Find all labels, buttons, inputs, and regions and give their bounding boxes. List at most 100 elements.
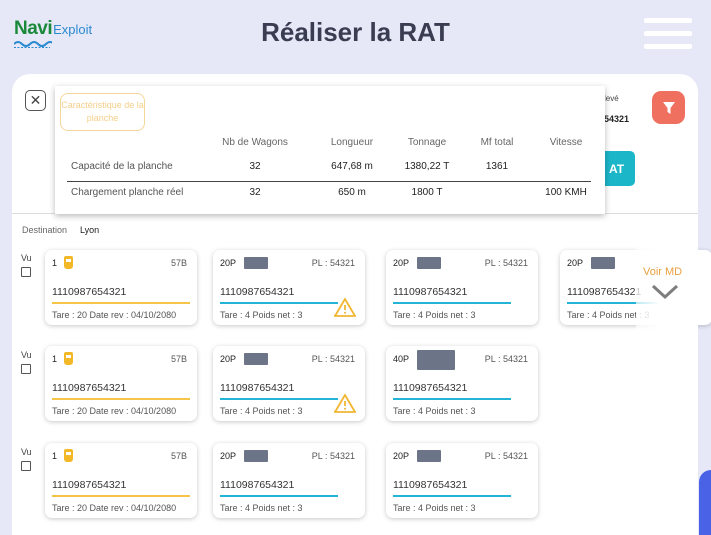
card-status-bar	[220, 495, 338, 497]
card-type: 20P	[220, 354, 237, 364]
wagon-card[interactable]: 20P PL : 54321 1110987654321 Tare : 4 Po…	[213, 443, 365, 518]
chevron-down-icon[interactable]	[651, 284, 679, 300]
vu-label: Vu	[21, 253, 32, 263]
card-type: 40P	[393, 354, 410, 364]
cell-chargement-longueur: 650 m	[338, 187, 366, 198]
card-number: 1110987654321	[220, 479, 295, 491]
card-type: 20P	[393, 258, 410, 268]
container-icon	[244, 257, 268, 269]
col-head-longueur: Longueur	[330, 137, 374, 148]
card-number: 1110987654321	[393, 382, 468, 394]
card-number: 1110987654321	[220, 382, 295, 394]
vu-checkbox[interactable]	[21, 461, 31, 471]
card-status-bar	[52, 398, 190, 400]
side-label-number: 54321	[604, 114, 630, 124]
close-button[interactable]: ✕	[25, 90, 46, 111]
card-pl: PL : 54321	[484, 354, 528, 364]
card-status-bar	[393, 495, 511, 497]
card-code: 57B	[170, 354, 187, 364]
card-meta: Tare : 4 Poids net : 3	[220, 310, 303, 320]
col-head-vitesse: Vitesse	[549, 137, 583, 148]
vu-label: Vu	[21, 350, 32, 360]
row-label-capacite: Capacité de la planche	[71, 161, 173, 172]
cell-chargement-wagons: 32	[249, 187, 261, 198]
filter-button[interactable]	[652, 91, 685, 124]
container-icon	[417, 450, 441, 462]
col-head-wagons: Nb de Wagons	[222, 137, 288, 148]
page-title: Réaliser la RAT	[261, 17, 450, 47]
card-code: 57B	[170, 451, 187, 461]
destination-value: Lyon	[80, 225, 100, 235]
planche-characteristics-popup: Caractéristique de la planche Nb de Wago…	[55, 86, 605, 214]
container-icon	[417, 257, 441, 269]
card-status-bar	[220, 398, 338, 400]
col-head-mf-total: Mf total	[480, 137, 514, 148]
card-meta: Tare : 20 Date rev : 04/10/2080	[52, 310, 177, 320]
wagon-card[interactable]: 20P PL : 54321 1110987654321 Tare : 4 Po…	[386, 250, 538, 325]
wagon-card[interactable]: 1 57B 1110987654321 Tare : 20 Date rev :…	[45, 443, 197, 518]
card-number: 1110987654321	[393, 286, 468, 298]
popup-separator	[67, 181, 591, 182]
warning-icon[interactable]	[334, 394, 356, 413]
container-icon	[244, 353, 268, 365]
container-large-icon	[417, 350, 455, 370]
card-index: 1	[52, 258, 58, 268]
card-status-bar	[52, 495, 190, 497]
blue-corner-accent	[699, 470, 711, 535]
card-number: 1110987654321	[52, 286, 127, 298]
cell-capacite-tonnage: 1380,22 T	[404, 161, 450, 172]
cell-chargement-tonnage: 1800 T	[411, 187, 443, 198]
card-number: 1110987654321	[220, 286, 295, 298]
card-type: 20P	[220, 258, 237, 268]
card-type: 20P	[567, 258, 584, 268]
card-pl: PL : 54321	[484, 451, 528, 461]
card-status-bar	[52, 302, 190, 304]
card-type: 20P	[393, 451, 410, 461]
warning-icon[interactable]	[334, 298, 356, 317]
card-pl: PL : 54321	[311, 354, 355, 364]
cell-capacite-longueur: 647,68 m	[331, 161, 373, 172]
card-index: 1	[52, 354, 58, 364]
wagon-card[interactable]: 20P PL : 54321 1110987654321 Tare : 4 Po…	[213, 250, 365, 325]
card-status-bar	[393, 302, 511, 304]
card-meta: Tare : 4 Poids net : 3	[220, 406, 303, 416]
card-pl: PL : 54321	[311, 258, 355, 268]
card-pl: PL : 54321	[484, 258, 528, 268]
wagon-card[interactable]: 20P PL : 54321 1110987654321 Tare : 4 Po…	[213, 346, 365, 421]
wagon-card[interactable]: 1 57B 1110987654321 Tare : 20 Date rev :…	[45, 250, 197, 325]
destination-label: Destination	[22, 225, 68, 235]
voir-md-link[interactable]: Voir MD	[643, 266, 682, 278]
card-number: 1110987654321	[52, 382, 127, 394]
popup-tag: Caractéristique de la planche	[60, 93, 145, 131]
cell-capacite-wagons: 32	[249, 161, 261, 172]
wagon-card[interactable]: 40P PL : 54321 1110987654321 Tare : 4 Po…	[386, 346, 538, 421]
card-meta: Tare : 4 Poids net : 3	[220, 503, 303, 513]
card-meta: Tare : 4 Poids net : 3	[393, 310, 476, 320]
locomotive-icon	[64, 352, 73, 365]
card-meta: Tare : 20 Date rev : 04/10/2080	[52, 406, 177, 416]
side-label-leve: levé	[604, 94, 619, 103]
vu-checkbox[interactable]	[21, 267, 31, 277]
locomotive-icon	[64, 449, 73, 462]
card-number: 1110987654321	[393, 479, 468, 491]
wagon-card[interactable]: 1 57B 1110987654321 Tare : 20 Date rev :…	[45, 346, 197, 421]
cell-chargement-vitesse: 100 KMH	[545, 187, 587, 198]
card-status-bar	[393, 398, 511, 400]
card-pl: PL : 54321	[311, 451, 355, 461]
app-header: NaviExploit Réaliser la RAT	[0, 0, 711, 78]
row-label-chargement: Chargement planche réel	[71, 187, 184, 198]
vu-checkbox[interactable]	[21, 364, 31, 374]
filter-icon	[662, 101, 675, 114]
hamburger-menu-icon[interactable]	[644, 18, 692, 50]
card-meta: Tare : 20 Date rev : 04/10/2080	[52, 503, 177, 513]
card-type: 20P	[220, 451, 237, 461]
wagon-card[interactable]: 20P PL : 54321 1110987654321 Tare : 4 Po…	[386, 443, 538, 518]
card-code: 57B	[170, 258, 187, 268]
locomotive-icon	[64, 256, 73, 269]
col-head-tonnage: Tonnage	[407, 137, 447, 148]
container-icon	[591, 257, 615, 269]
card-number: 1110987654321	[52, 479, 127, 491]
card-number: 1110987654321	[567, 286, 642, 298]
card-status-bar	[220, 302, 338, 304]
card-index: 1	[52, 451, 58, 461]
